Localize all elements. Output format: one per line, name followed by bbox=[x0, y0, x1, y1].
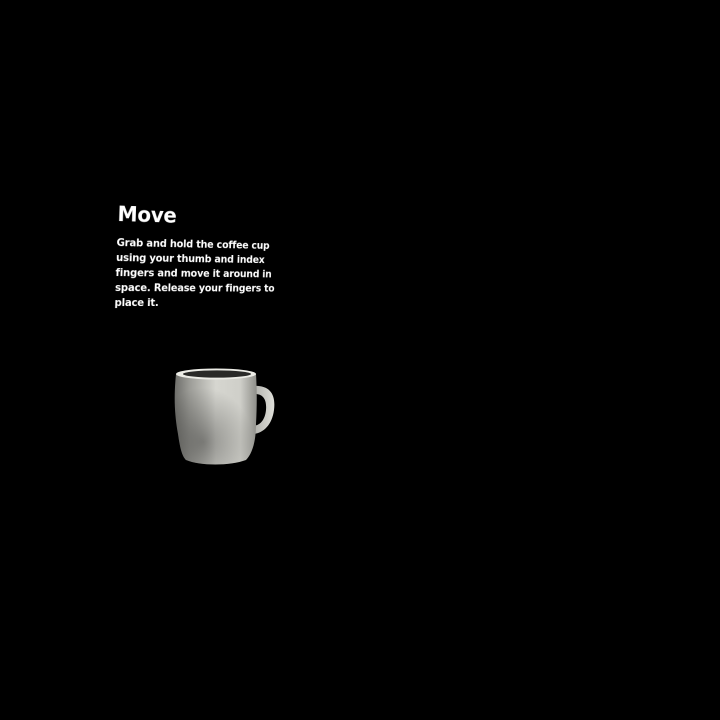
mixed-reality-scene: Move Grab and hold the coffee cup using … bbox=[0, 0, 720, 720]
coffee-mug-icon[interactable] bbox=[170, 364, 280, 468]
instruction-panel: Move Grab and hold the coffee cup using … bbox=[114, 200, 278, 311]
instruction-text: Grab and hold the coffee cup using your … bbox=[114, 236, 275, 310]
instruction-title: Move bbox=[117, 201, 177, 228]
